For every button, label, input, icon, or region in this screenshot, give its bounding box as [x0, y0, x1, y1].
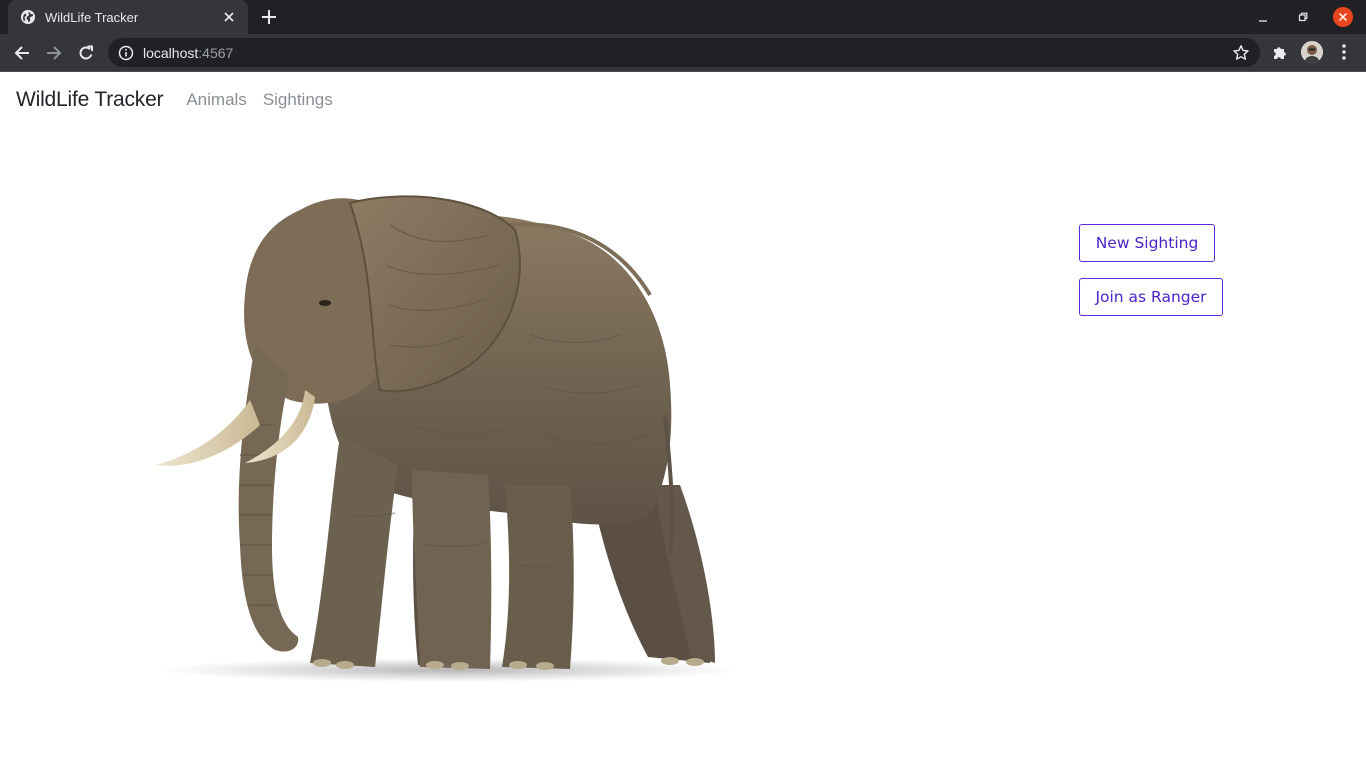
site-navbar: WildLife Tracker Animals Sightings — [0, 72, 1366, 128]
url-host: localhost — [143, 44, 199, 61]
minimize-icon[interactable] — [1253, 7, 1273, 27]
window-close-icon[interactable] — [1333, 7, 1353, 27]
tab-strip: WildLife Tracker — [0, 0, 1366, 34]
puzzle-icon[interactable] — [1270, 42, 1290, 62]
forward-arrow-icon[interactable] — [42, 41, 66, 65]
back-arrow-icon[interactable] — [10, 41, 34, 65]
url-text: localhost:4567 — [143, 45, 233, 61]
address-bar[interactable]: localhost:4567 — [108, 38, 1260, 67]
globe-icon — [20, 9, 36, 25]
nav-link-sightings[interactable]: Sightings — [263, 90, 333, 110]
elephant-image — [150, 185, 740, 685]
close-icon[interactable] — [220, 8, 238, 26]
brand-link[interactable]: WildLife Tracker — [16, 88, 164, 112]
url-port: :4567 — [198, 44, 234, 61]
new-sighting-button[interactable]: New Sighting — [1079, 224, 1215, 262]
nav-link-animals[interactable]: Animals — [186, 90, 246, 110]
star-icon[interactable] — [1232, 44, 1250, 62]
join-as-ranger-button[interactable]: Join as Ranger — [1079, 278, 1223, 316]
tab-title: WildLife Tracker — [45, 9, 139, 25]
kebab-menu-icon[interactable] — [1334, 42, 1354, 62]
avatar[interactable] — [1301, 41, 1323, 63]
plus-icon[interactable] — [258, 6, 280, 28]
reload-icon[interactable] — [74, 41, 98, 65]
info-icon[interactable] — [118, 45, 134, 61]
browser-tab[interactable]: WildLife Tracker — [8, 0, 248, 34]
browser-toolbar: localhost:4567 — [0, 34, 1366, 71]
restore-icon[interactable] — [1293, 7, 1313, 27]
